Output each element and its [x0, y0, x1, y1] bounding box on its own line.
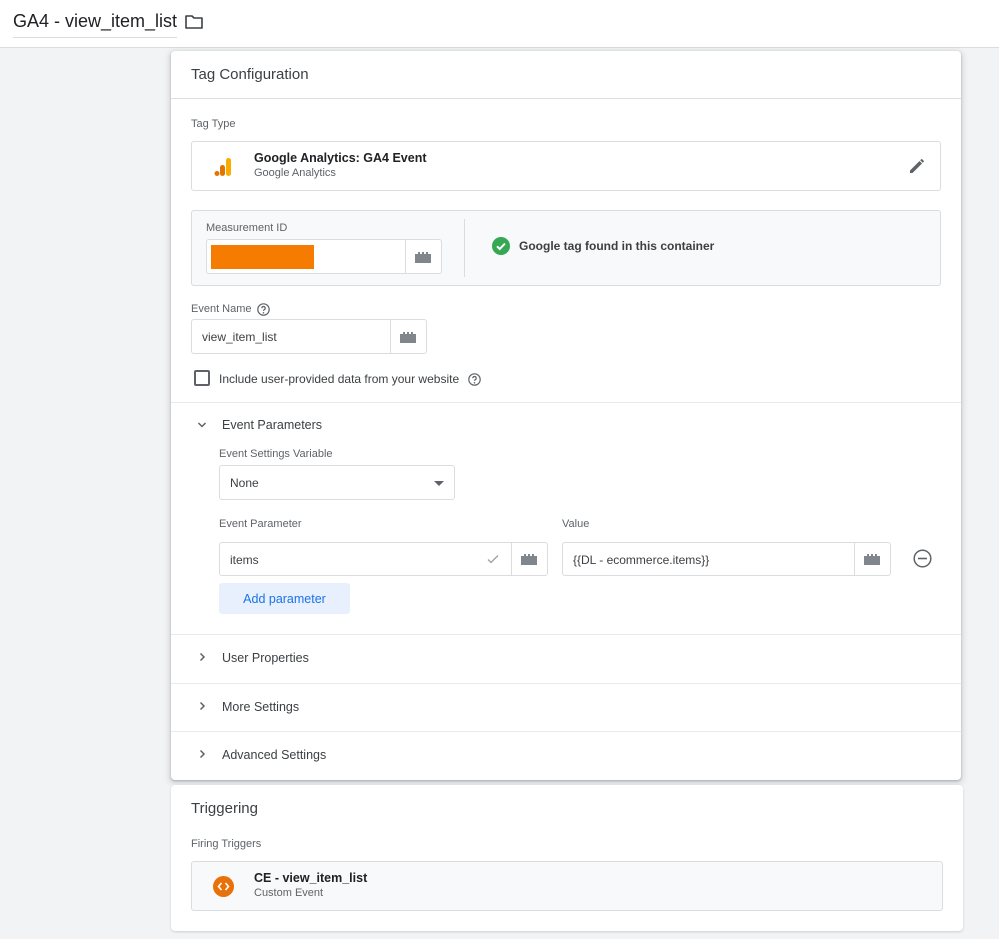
variable-brick-icon	[399, 331, 416, 343]
caret-down-icon	[434, 481, 444, 486]
help-icon[interactable]	[257, 303, 270, 316]
check-circle-icon	[492, 237, 510, 255]
check-icon	[487, 555, 499, 564]
user-properties-label: User Properties	[222, 651, 309, 665]
triggering-title: Triggering	[191, 800, 258, 817]
event-settings-variable-value: None	[230, 476, 259, 490]
more-settings-label: More Settings	[222, 700, 300, 714]
chevron-right-icon	[199, 652, 206, 662]
advanced-settings-label: Advanced Settings	[222, 748, 327, 762]
help-icon[interactable]	[468, 373, 481, 386]
pencil-icon[interactable]	[908, 157, 926, 175]
event-parameter-column-label: Event Parameter	[219, 518, 302, 530]
more-settings-section-header[interactable]: More Settings	[171, 684, 961, 732]
tag-type-selector[interactable]: Google Analytics: GA4 Event Google Analy…	[191, 141, 941, 191]
measurement-id-label: Measurement ID	[206, 222, 288, 234]
event-parameter-input[interactable]: items	[219, 542, 548, 576]
firing-trigger-item[interactable]: CE - view_item_list Custom Event	[191, 861, 943, 911]
parameter-value: {{DL - ecommerce.items}}	[573, 553, 710, 567]
tag-configuration-card: Tag Configuration Tag Type Google Analyt…	[171, 51, 961, 780]
event-name-label: Event Name	[191, 303, 252, 315]
tag-configuration-header: Tag Configuration	[171, 51, 961, 99]
panel-divider	[464, 219, 465, 277]
firing-triggers-label: Firing Triggers	[191, 838, 262, 850]
tag-type-name: Google Analytics: GA4 Event	[254, 151, 427, 165]
tag-name[interactable]: GA4 - view_item_list	[13, 11, 178, 38]
chevron-down-icon	[197, 422, 207, 428]
advanced-settings-section-header[interactable]: Advanced Settings	[171, 732, 961, 780]
custom-event-icon	[213, 876, 234, 897]
folder-icon[interactable]	[184, 13, 204, 31]
google-analytics-icon	[214, 158, 231, 176]
remove-parameter-icon[interactable]	[913, 549, 932, 568]
measurement-id-input[interactable]	[206, 239, 442, 274]
event-settings-variable-label: Event Settings Variable	[219, 448, 333, 460]
top-bar: GA4 - view_item_list	[0, 0, 999, 48]
trigger-type: Custom Event	[254, 887, 324, 899]
user-data-checkbox[interactable]	[194, 370, 210, 386]
variable-brick-icon	[414, 251, 431, 263]
event-name-input[interactable]: view_item_list	[191, 319, 427, 354]
user-data-label: Include user-provided data from your web…	[219, 372, 460, 386]
event-parameters-section-header[interactable]: Event Parameters	[171, 403, 961, 451]
event-settings-variable-select[interactable]: None	[219, 465, 455, 500]
chevron-right-icon	[199, 701, 206, 711]
variable-picker-button[interactable]	[511, 543, 547, 575]
triggering-card: Triggering Firing Triggers CE - view_ite…	[171, 785, 963, 931]
tag-type-vendor: Google Analytics	[254, 167, 336, 179]
event-parameter-value: items	[230, 553, 259, 567]
event-name-value: view_item_list	[202, 330, 277, 344]
redacted-measurement-id	[211, 245, 314, 269]
variable-brick-icon	[863, 554, 880, 565]
variable-brick-icon	[520, 554, 537, 565]
google-tag-status: Google tag found in this container	[519, 239, 715, 253]
variable-picker-button[interactable]	[854, 543, 890, 575]
tag-type-label: Tag Type	[191, 118, 236, 130]
measurement-id-panel: Measurement ID Google tag found in this …	[191, 210, 941, 286]
variable-picker-button[interactable]	[405, 240, 441, 273]
user-properties-section-header[interactable]: User Properties	[171, 635, 961, 683]
event-parameters-label: Event Parameters	[222, 418, 323, 432]
add-parameter-button[interactable]: Add parameter	[219, 583, 350, 614]
variable-picker-button[interactable]	[390, 320, 426, 353]
value-column-label: Value	[562, 518, 590, 530]
parameter-value-input[interactable]: {{DL - ecommerce.items}}	[562, 542, 891, 576]
trigger-name: CE - view_item_list	[254, 871, 368, 885]
chevron-right-icon	[199, 749, 206, 759]
tag-configuration-title: Tag Configuration	[191, 66, 309, 83]
